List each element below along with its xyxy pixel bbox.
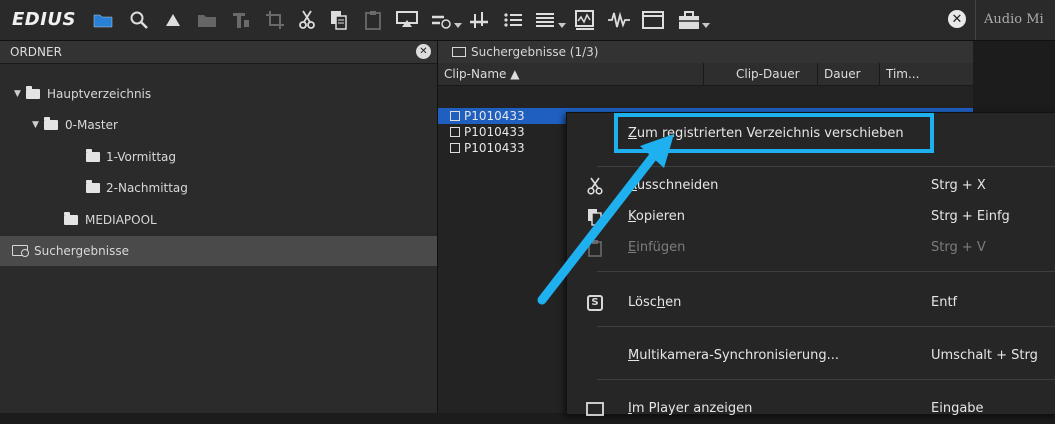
export-icon[interactable] bbox=[394, 7, 420, 33]
folder-icon bbox=[86, 180, 100, 193]
up-arrow-icon[interactable] bbox=[160, 7, 186, 33]
folder-icon bbox=[64, 212, 78, 225]
list-view-icon[interactable] bbox=[500, 7, 526, 33]
search-icon[interactable] bbox=[126, 7, 152, 33]
tree-item-label: Hauptverzeichnis bbox=[47, 87, 152, 101]
menu-item-label: Im Player anzeigen bbox=[628, 401, 753, 416]
toolbox-icon[interactable] bbox=[676, 7, 710, 33]
tree-item-hauptverzeichnis[interactable]: ▼ Hauptverzeichnis bbox=[0, 79, 437, 109]
tree-item-0-master[interactable]: ▼ 0-Master bbox=[0, 110, 437, 140]
copy-icon[interactable] bbox=[326, 7, 352, 33]
column-timecode[interactable]: Tim... bbox=[880, 63, 942, 85]
clip-name: P1010433 bbox=[464, 125, 525, 139]
folder-icon[interactable] bbox=[90, 7, 116, 33]
add-track-icon[interactable] bbox=[428, 7, 462, 33]
menu-item-label: Einfügen bbox=[628, 240, 686, 255]
crop-icon[interactable] bbox=[262, 7, 288, 33]
cut-icon[interactable] bbox=[294, 7, 320, 33]
text-icon[interactable] bbox=[228, 7, 254, 33]
menu-item-paste[interactable]: Einfügen Strg + V bbox=[567, 233, 1055, 263]
menu-item-delete[interactable]: S Löschen Entf bbox=[567, 288, 1055, 318]
paste-icon bbox=[585, 238, 605, 258]
tree-item-label: 1-Vormittag bbox=[106, 150, 177, 164]
clip-icon bbox=[450, 127, 460, 137]
paste-icon[interactable] bbox=[360, 7, 386, 33]
folder-icon bbox=[26, 86, 40, 99]
scissors-icon bbox=[585, 176, 605, 196]
menu-item-label: Kopieren bbox=[628, 209, 686, 224]
tree-item-suchergebnisse[interactable]: Suchergebnisse bbox=[0, 236, 437, 266]
tree-item-2-nachmittag[interactable]: 2-Nachmittag bbox=[0, 173, 437, 203]
menu-item-shortcut: Strg + Einfg bbox=[931, 209, 1010, 224]
context-menu: Zum registrierten Verzeichnis verschiebe… bbox=[566, 112, 1055, 416]
clip-markers-icon[interactable] bbox=[466, 7, 492, 33]
menu-separator bbox=[597, 271, 1055, 272]
folder-panel-header: ORDNER ✕ bbox=[0, 41, 437, 64]
clip-name: P1010433 bbox=[464, 141, 525, 155]
menu-item-label: Ausschneiden bbox=[628, 178, 719, 193]
copy-icon bbox=[585, 207, 605, 227]
column-header-row: Clip-Name ▲ Clip-Dauer Dauer Tim... bbox=[438, 63, 973, 86]
tree-item-label: 2-Nachmittag bbox=[106, 181, 188, 195]
column-duration[interactable]: Dauer bbox=[818, 63, 880, 85]
search-results-icon bbox=[452, 47, 466, 57]
player-icon bbox=[585, 399, 605, 419]
annotation-highlight-box bbox=[614, 113, 934, 153]
menu-item-show-in-player[interactable]: Im Player anzeigen Eingabe bbox=[567, 394, 1055, 424]
menu-item-shortcut: Strg + X bbox=[931, 178, 986, 193]
filter-icon[interactable] bbox=[606, 7, 632, 33]
audio-mixer-tab[interactable]: Audio Mi bbox=[975, 0, 1055, 40]
menu-item-label: Löschen bbox=[628, 295, 682, 310]
column-clip-duration[interactable]: Clip-Dauer bbox=[730, 63, 818, 85]
tree-item-1-vormittag[interactable]: 1-Vormittag bbox=[0, 142, 437, 172]
tree-item-label: 0-Master bbox=[65, 118, 118, 132]
menu-item-cut[interactable]: Ausschneiden Strg + X bbox=[567, 171, 1055, 201]
details-view-icon[interactable] bbox=[532, 7, 566, 33]
menu-item-shortcut: Umschalt + Strg bbox=[931, 348, 1038, 363]
close-icon[interactable]: ✕ bbox=[948, 10, 966, 28]
menu-item-shortcut: Strg + V bbox=[931, 240, 986, 255]
folder-icon bbox=[44, 117, 58, 130]
close-panel-icon[interactable]: ✕ bbox=[416, 44, 431, 59]
menu-separator bbox=[597, 166, 1055, 167]
tree-item-mediapool[interactable]: MEDIAPOOL bbox=[0, 205, 437, 235]
clip-name: P1010433 bbox=[464, 109, 525, 123]
expand-arrow-icon[interactable]: ▼ bbox=[14, 79, 21, 109]
clip-icon bbox=[450, 111, 460, 121]
folder-panel-title: ORDNER bbox=[10, 45, 62, 59]
menu-separator bbox=[597, 379, 1055, 380]
menu-item-multicam-sync[interactable]: Multikamera-Synchronisierung... Umschalt… bbox=[567, 341, 1055, 371]
app-logo: EDIUS bbox=[12, 9, 77, 30]
waveform-icon[interactable] bbox=[572, 7, 598, 33]
folder-icon bbox=[86, 149, 100, 162]
menu-item-shortcut: Eingabe bbox=[931, 401, 984, 416]
tree-item-label: Suchergebnisse bbox=[34, 244, 129, 258]
search-results-title: Suchergebnisse (1/3) bbox=[471, 45, 599, 59]
menu-separator bbox=[597, 326, 1055, 327]
search-results-header: Suchergebnisse (1/3) bbox=[438, 41, 973, 64]
open-folder-icon[interactable] bbox=[194, 7, 220, 33]
menu-item-copy[interactable]: Kopieren Strg + Einfg bbox=[567, 202, 1055, 232]
delete-icon: S bbox=[585, 293, 605, 313]
menu-item-shortcut: Entf bbox=[931, 295, 958, 310]
clip-icon bbox=[450, 143, 460, 153]
column-clip-name[interactable]: Clip-Name ▲ bbox=[438, 63, 704, 85]
expand-arrow-icon[interactable]: ▼ bbox=[32, 110, 39, 140]
menu-item-label: Multikamera-Synchronisierung... bbox=[628, 348, 839, 363]
toolbar: EDIUS ✕ Audio Mi bbox=[0, 0, 1055, 41]
search-results-icon bbox=[12, 245, 29, 257]
window-icon[interactable] bbox=[640, 7, 666, 33]
tree-item-label: MEDIAPOOL bbox=[85, 213, 157, 227]
folder-panel: ORDNER ✕ ▼ Hauptverzeichnis ▼ 0-Master 1… bbox=[0, 41, 438, 413]
